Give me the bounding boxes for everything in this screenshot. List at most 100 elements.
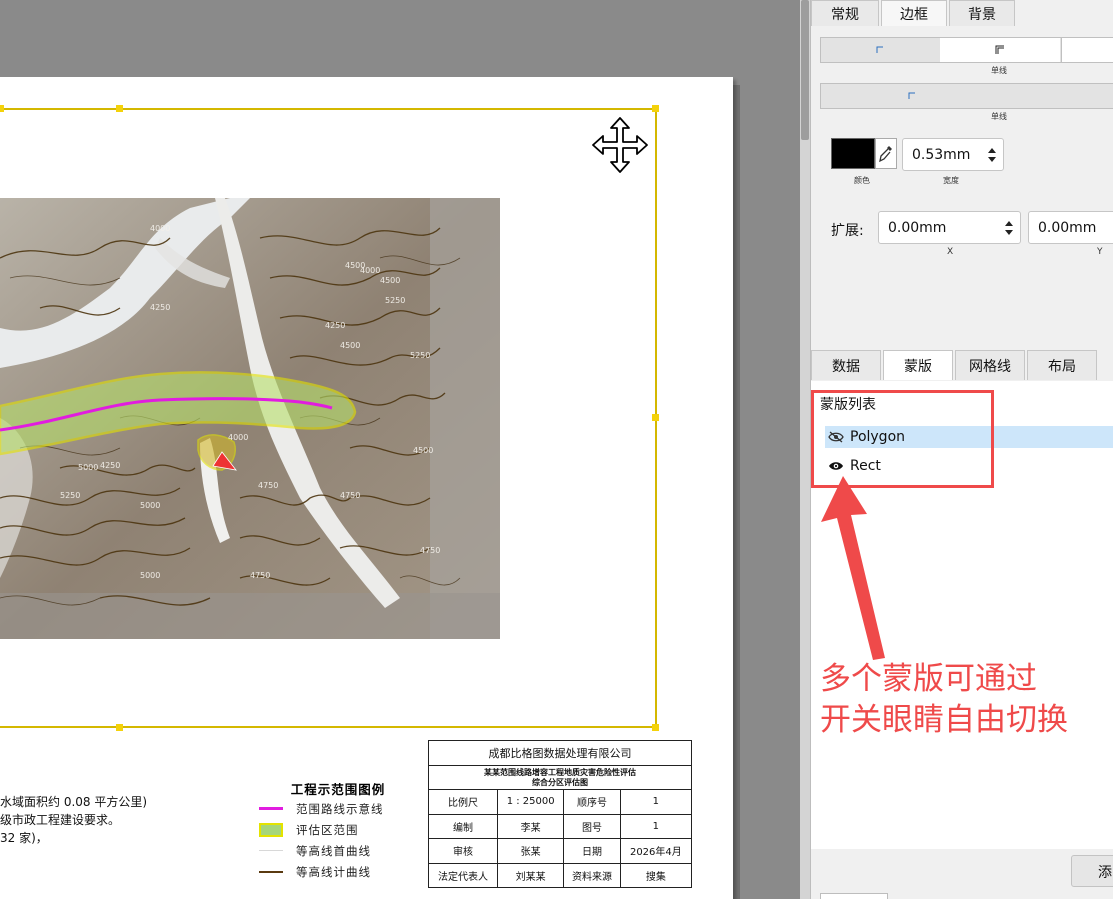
tab-general[interactable]: 常规 (811, 0, 879, 26)
contour-label: 4000 (150, 224, 170, 233)
contour-label: 5250 (60, 491, 80, 500)
layout-page[interactable]: 4000 4250 4500 4750 5000 5250 4000 4250 … (0, 77, 733, 899)
table-cell: 1 : 25000 (496, 789, 565, 815)
border-style-row-bottom (820, 83, 1113, 109)
panel-footer (811, 849, 1113, 899)
table-cell: 日期 (563, 838, 621, 864)
legend-swatch-zone (258, 822, 284, 837)
annotation-line: 开关眼睛自由切换 (820, 702, 1068, 738)
legend-item: 评估区范围 (258, 819, 408, 840)
border-width-value: 0.53mm (912, 146, 971, 163)
legend-item: 范围路线示意线 (258, 798, 408, 819)
legend-title: 工程示范围图例 (290, 782, 386, 797)
annotation-line: 多个蒙版可通过 (820, 661, 1037, 697)
contour-label: 4250 (325, 321, 345, 330)
paper-shadow (733, 85, 740, 899)
legend-label: 范围路线示意线 (296, 801, 384, 816)
selection-handle-top-right[interactable] (652, 105, 659, 112)
border-style-single-option[interactable] (940, 38, 1060, 62)
width-label: 宽度 (943, 176, 959, 185)
tab-mask[interactable]: 蒙版 (883, 350, 953, 380)
notes-text: 水域面积约 0.08 平方公里) 级市政工程建设要求。 32 家)， (0, 793, 147, 847)
selection-handle-bottom-right[interactable] (652, 724, 659, 731)
annotation-text: 多个蒙版可通过 开关眼睛自由切换 (820, 659, 1068, 741)
title-block-project: 某某范围线路增容工程地质灾害危险性评估 综合分区评估图 (428, 765, 692, 790)
tab-gridlines[interactable]: 网格线 (955, 350, 1025, 380)
contour-label: 5250 (385, 296, 405, 305)
title-block-project-line: 某某范围线路增容工程地质灾害危险性评估 (484, 767, 636, 777)
add-mask-button[interactable]: 添 (1071, 855, 1113, 887)
expand-y-input[interactable]: 0.00mm (1028, 211, 1113, 244)
contour-label: 4500 (340, 341, 360, 350)
title-block-project-line: 综合分区评估图 (532, 777, 588, 787)
corner-line-icon (908, 92, 915, 99)
legend-label: 等高线计曲线 (296, 864, 371, 879)
contour-label: 5000 (140, 571, 160, 580)
table-cell: 2026年4月 (619, 838, 693, 864)
contour-label: 4500 (413, 446, 433, 455)
border-color-swatch[interactable] (831, 138, 875, 169)
corner-line-icon (876, 46, 883, 53)
table-row: 比例尺 1 : 25000 顺序号 1 (428, 789, 693, 815)
canvas-scrollbar[interactable] (800, 0, 810, 899)
contour-label: 4750 (340, 491, 360, 500)
table-cell: 法定代表人 (428, 862, 498, 888)
tab-border[interactable]: 边框 (881, 0, 947, 26)
eyedropper-icon (879, 145, 892, 162)
table-cell: 1 (619, 813, 693, 839)
selection-handle-right-middle[interactable] (652, 414, 659, 421)
contour-label: 5000 (78, 463, 98, 472)
contour-label: 4750 (258, 481, 278, 490)
border-style-extra-option[interactable] (1061, 38, 1113, 62)
properties-panel: 常规 边框 背景 单线 单线 颜色 0.53mm 宽度 扩展: 0.00mm X… (810, 0, 1113, 899)
tab-data[interactable]: 数据 (811, 350, 881, 380)
border-style-inner-option[interactable] (821, 84, 1113, 108)
table-cell: 刘某某 (496, 862, 565, 888)
legend-swatch-route (258, 802, 284, 816)
contour-label: 4000 (360, 266, 380, 275)
eyedropper-button[interactable] (875, 138, 897, 169)
x-axis-label: X (947, 247, 954, 257)
legend-item: 等高线首曲线 (258, 840, 408, 861)
expand-label: 扩展: (831, 223, 864, 239)
table-row: 法定代表人 刘某某 资料来源 搜集 (428, 862, 693, 888)
y-axis-label: Y (1097, 247, 1103, 257)
legend-swatch-major-contour (258, 865, 284, 879)
table-row: 审核 张某 日期 2026年4月 (428, 838, 693, 864)
contour-label: 4500 (380, 276, 400, 285)
notes-line: 32 家)， (0, 831, 48, 845)
line-style-label: 单线 (991, 112, 1007, 121)
annotation-arrow-icon (821, 476, 885, 660)
legend-swatch-minor-contour (258, 844, 284, 858)
line-style-label: 单线 (991, 66, 1007, 75)
spin-arrows-icon[interactable] (1004, 219, 1014, 237)
title-block-table: 成都比格图数据处理有限公司 某某范围线路增容工程地质灾害危险性评估 综合分区评估… (428, 740, 693, 888)
scrollbar-thumb[interactable] (801, 0, 809, 140)
tab-background[interactable]: 背景 (949, 0, 1015, 26)
table-cell: 搜集 (619, 862, 693, 888)
table-cell: 比例尺 (428, 789, 498, 815)
table-cell: 张某 (496, 838, 565, 864)
selection-handle-top-middle[interactable] (116, 105, 123, 112)
move-cursor-icon (592, 117, 648, 173)
bottom-tab-bar: 数据 蒙版 网格线 布局 (811, 350, 1099, 380)
legend-label: 评估区范围 (296, 822, 359, 837)
map-legend: 工程示范围图例 范围路线示意线 评估区范围 等高线首曲线 等高线计曲线 (258, 779, 408, 882)
selection-handle-top-left[interactable] (0, 105, 4, 112)
map-canvas[interactable]: 4000 4250 4500 4750 5000 5250 4000 4250 … (0, 0, 800, 899)
table-cell: 图号 (563, 813, 621, 839)
contour-label: 4750 (250, 571, 270, 580)
border-width-input[interactable]: 0.53mm (902, 138, 1004, 171)
color-label: 颜色 (854, 176, 870, 185)
notes-line: 水域面积约 0.08 平方公里) (0, 795, 148, 809)
border-style-corner-option[interactable] (821, 38, 939, 62)
spin-arrows-icon[interactable] (987, 146, 997, 164)
contour-label: 4750 (420, 546, 440, 555)
table-row: 编制 李某 图号 1 (428, 813, 693, 839)
expand-x-input[interactable]: 0.00mm (878, 211, 1021, 244)
selection-handle-bottom-middle[interactable] (116, 724, 123, 731)
panel-footer-input[interactable] (820, 893, 888, 899)
tab-layout[interactable]: 布局 (1027, 350, 1097, 380)
contour-label: 4000 (228, 433, 248, 442)
top-tab-bar: 常规 边框 背景 (811, 0, 1017, 26)
